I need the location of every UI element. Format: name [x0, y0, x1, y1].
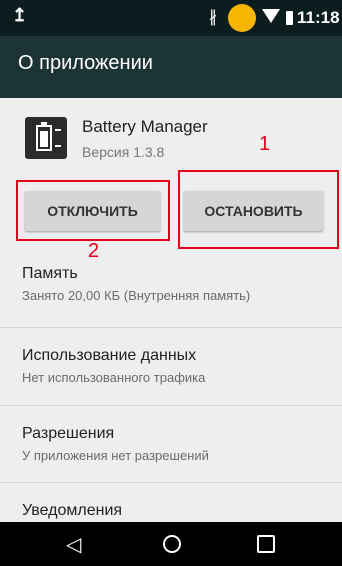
app-version: Версия 1.3.8: [82, 144, 165, 160]
setting-title: Разрешения: [22, 425, 115, 442]
annotation-number-disable: 2: [88, 240, 100, 262]
battery-icon: [286, 11, 293, 25]
upload-icon: ↥: [12, 5, 28, 25]
app-battery-icon: [25, 117, 67, 159]
app-bar: О приложении: [0, 36, 342, 98]
setting-notifications[interactable]: Уведомления: [22, 502, 122, 520]
setting-subtitle: Нет использованного трафика: [22, 370, 206, 385]
back-icon[interactable]: ◁: [66, 532, 81, 557]
annotation-number-stop: 1: [259, 133, 271, 155]
divider: [0, 327, 342, 328]
recents-icon[interactable]: [257, 535, 275, 553]
setting-permissions[interactable]: Разрешения У приложения нет разрешений: [22, 425, 209, 463]
wifi-icon: [262, 9, 280, 23]
setting-storage[interactable]: Память Занято 20,00 КБ (Внутренняя памят…: [22, 265, 250, 303]
navigation-bar: ◁: [0, 522, 342, 566]
setting-title: Память: [22, 265, 78, 282]
force-stop-button[interactable]: ОСТАНОВИТЬ: [184, 191, 323, 231]
setting-subtitle: У приложения нет разрешений: [22, 448, 209, 463]
setting-title: Использование данных: [22, 347, 197, 364]
status-time: 11:18: [297, 8, 340, 27]
divider: [0, 482, 342, 483]
setting-subtitle: Занято 20,00 КБ (Внутренняя память): [22, 288, 251, 303]
setting-title: Уведомления: [22, 502, 123, 519]
page-title: О приложении: [18, 52, 153, 74]
disable-button[interactable]: ОТКЛЮЧИТЬ: [25, 191, 160, 231]
setting-data-usage[interactable]: Использование данных Нет использованного…: [22, 347, 205, 385]
app-name: Battery Manager: [82, 117, 208, 136]
home-icon[interactable]: [163, 535, 181, 553]
divider: [0, 405, 342, 406]
notification-dot: [228, 4, 256, 32]
status-bar: ↥ ∦ 11:18: [0, 0, 342, 36]
bluetooth-icon: ∦: [209, 9, 217, 26]
